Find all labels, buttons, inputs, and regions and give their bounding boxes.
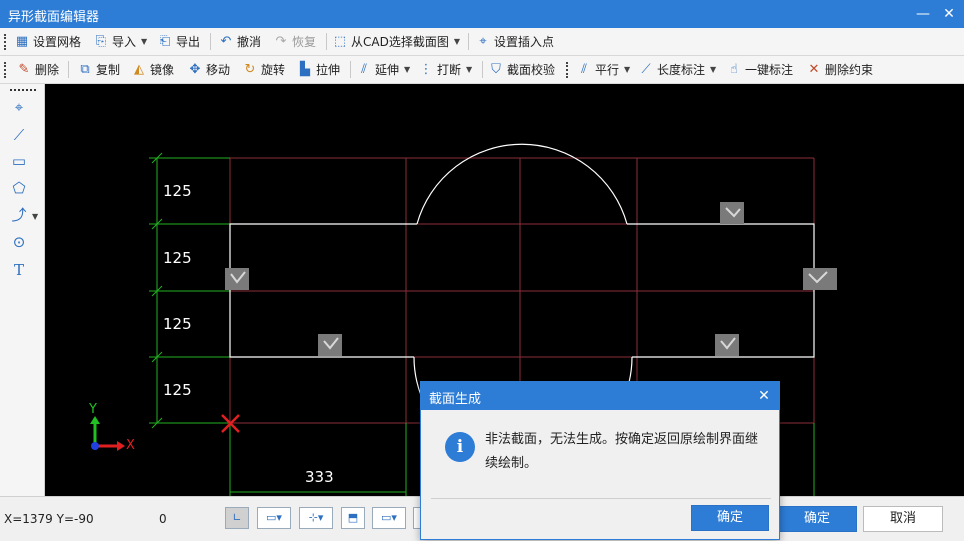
chevron-down-icon[interactable]: ▼ [454,37,460,46]
move-icon: ✥ [189,61,201,77]
undo-button[interactable]: ↶ 撤消 [218,28,261,55]
chevron-down-icon[interactable]: ▼ [32,212,38,221]
draw-tools-panel: ⌖ ⟋ ▭ ⬠ ⤴ ▼ ⊙ T [0,84,45,496]
import-button[interactable]: ⎘ 导入 ▼ [93,28,147,55]
dialog-title: 截面生成 [429,392,482,407]
rectangle-icon[interactable]: ▭ [8,150,30,172]
ortho-toggle-icon[interactable]: ∟ [225,507,249,529]
break-button[interactable]: ⋮ 打断 ▼ [418,56,473,83]
confirm-button[interactable]: 确定 [777,506,857,532]
dialog-ok-button[interactable]: 确定 [691,505,769,531]
mirror-icon: ◭ [134,61,144,77]
snap-frame-icon[interactable]: ▭▾ [257,507,291,529]
dimension-label: 125 [163,182,192,200]
undo-icon: ↶ [220,33,232,49]
edit-toolbar: ✎ 删除 ⧉ 复制 ◭ 镜像 ✥ 移动 ↻ 旋转 ▙ 拉伸 ⫽ 延伸 ▼ ⋮ 打断 ▼ ⛉ 截面校验 … [0,56,964,84]
delete-button[interactable]: ✎ 删除 [16,56,59,83]
dialog-header: 截面生成 ✕ [421,382,779,410]
insert-point-icon: ⌖ [479,33,487,49]
constraint-marker[interactable] [803,268,837,290]
circle-icon[interactable]: ⊙ [8,231,30,253]
section-check-button[interactable]: ⛉ 截面校验 [488,56,555,83]
constraint-markers [225,202,837,356]
delete-constraint-icon: ✕ [808,61,820,77]
redo-icon: ↷ [275,33,287,49]
display-mode-icon[interactable]: ▭▾ [372,507,406,529]
mirror-button[interactable]: ◭ 镜像 [131,56,174,83]
move-button[interactable]: ✥ 移动 [187,56,230,83]
auto-dimension-button[interactable]: ☝ 一键标注 [726,56,793,83]
cad-select-icon: ⬚ [333,33,347,49]
cad-select-button[interactable]: ⬚ 从CAD选择截面图 ▼ [332,28,460,55]
chevron-down-icon[interactable]: ▼ [710,65,716,74]
title-bar: 异形截面编辑器 — ✕ [0,0,964,28]
chevron-down-icon[interactable]: ▼ [141,37,147,46]
toolbar-grip[interactable] [566,62,571,78]
dimension-label: 333 [305,468,334,486]
import-icon: ⎘ [95,33,107,49]
snap-object-icon[interactable]: ⬒ [341,507,365,529]
delete-icon: ✎ [18,61,30,77]
main-toolbar: ▦ 设置网格 ⎘ 导入 ▼ ⎗ 导出 ↶ 撤消 ↷ 恢复 ⬚ 从CAD选择截面图 ▼ ⌖ 设置插入… [0,28,964,56]
copy-button[interactable]: ⧉ 复制 [77,56,120,83]
constraint-marker[interactable] [715,334,739,356]
close-icon[interactable]: ✕ [938,4,960,24]
chevron-down-icon[interactable]: ▼ [466,65,472,74]
dialog-message: 非法截面，无法生成。按确定返回原绘制界面继续绘制。 [485,432,759,471]
break-icon: ⋮ [419,61,433,77]
constraint-marker[interactable] [225,268,249,290]
axis-x-label: X [126,438,135,453]
grid-icon: ▦ [15,33,29,49]
rotate-button[interactable]: ↻ 旋转 [242,56,285,83]
dimension-label: 125 [163,381,192,399]
text-icon[interactable]: T [8,259,30,281]
extend-icon: ⫽ [361,61,367,77]
constraint-marker[interactable] [720,202,744,224]
set-insert-point-button[interactable]: ⌖ 设置插入点 [475,28,554,55]
constraint-marker[interactable] [318,334,342,356]
extend-button[interactable]: ⫽ 延伸 ▼ [356,56,410,83]
axis-y-label: Y [89,402,97,417]
panel-grip[interactable] [10,89,36,91]
length-dimension-button[interactable]: ⟋ 长度标注 ▼ [638,56,716,83]
polygon-icon[interactable]: ⬠ [8,177,30,199]
info-icon: i [445,432,475,462]
export-button[interactable]: ⎗ 导出 [157,28,200,55]
chevron-down-icon[interactable]: ▼ [404,65,410,74]
line-icon[interactable]: ⟋ [8,124,30,146]
length-dimension-icon: ⟋ [641,61,651,77]
cancel-button[interactable]: 取消 [863,506,943,532]
stretch-icon: ▙ [300,61,310,77]
rotate-icon: ↻ [244,61,256,77]
parallel-button[interactable]: ⫽ 平行 ▼ [576,56,630,83]
close-icon[interactable]: ✕ [755,386,773,406]
coordinate-readout: X=1379 Y=-90 [4,512,94,526]
copy-icon: ⧉ [80,61,90,77]
export-icon: ⎗ [159,33,171,49]
dimension-label: 125 [163,315,192,333]
polyline-icon[interactable]: ⤴ [8,204,30,226]
set-grid-button[interactable]: ▦ 设置网格 [14,28,81,55]
auto-dimension-icon: ☝ [730,61,738,77]
point-icon[interactable]: ⌖ [8,96,30,118]
redo-button[interactable]: ↷ 恢复 [273,28,316,55]
toolbar-grip[interactable] [4,62,9,78]
chevron-down-icon[interactable]: ▼ [624,65,630,74]
delete-constraint-button[interactable]: ✕ 删除约束 [806,56,873,83]
snap-point-icon[interactable]: ⊹▾ [299,507,333,529]
toolbar-grip[interactable] [4,34,9,50]
parallel-icon: ⫽ [581,61,587,77]
stretch-button[interactable]: ▙ 拉伸 [297,56,340,83]
shield-check-icon: ⛉ [491,61,501,77]
section-generation-dialog: 截面生成 ✕ i 非法截面，无法生成。按确定返回原绘制界面继续绘制。 确定 [420,381,780,540]
minimize-icon[interactable]: — [912,4,934,24]
status-value: 0 [159,512,167,526]
window-title: 异形截面编辑器 [8,10,100,25]
dimension-label: 125 [163,249,192,267]
axis-triad [90,416,125,451]
